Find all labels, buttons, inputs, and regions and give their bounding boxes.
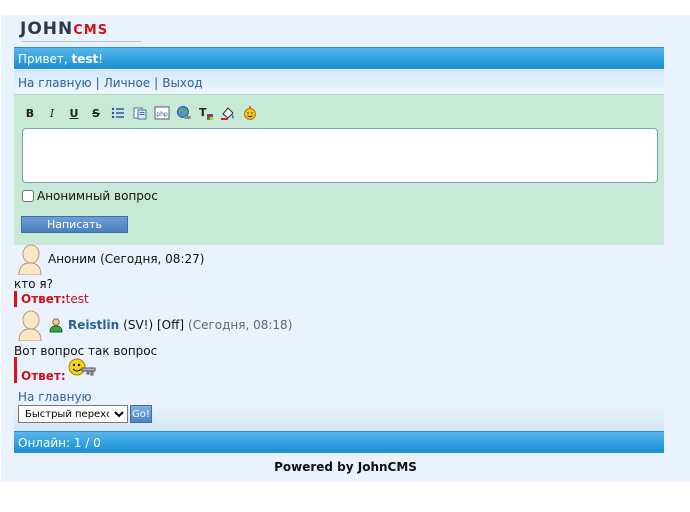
post-meta: (Сегодня, 08:27): [100, 252, 205, 266]
logo-cms-text: CMS: [73, 23, 109, 38]
italic-button[interactable]: I: [44, 105, 60, 121]
greeting-username: test: [71, 52, 99, 66]
quote-icon[interactable]: [132, 105, 148, 121]
list-icon[interactable]: [110, 105, 126, 121]
logo-underline: [22, 41, 142, 42]
nav-separator: |: [154, 76, 159, 90]
anonymous-option[interactable]: Анонимный вопрос: [22, 189, 158, 203]
site-logo[interactable]: JOHNCMS: [20, 19, 142, 42]
submit-button[interactable]: Написать: [21, 216, 128, 233]
post-author-link[interactable]: Reistlin: [68, 318, 119, 332]
quick-jump: Быстрый переход Go!: [18, 405, 152, 423]
nav-separator: |: [95, 76, 100, 90]
post-header: Reistlin (SV!) [Off] (Сегодня, 08:18): [16, 309, 292, 341]
bbcode-toolbar: B I U S php T: [22, 105, 258, 121]
smiley-icon[interactable]: [242, 105, 258, 121]
logo-john-text: JOHN: [20, 19, 74, 39]
page: JOHNCMS Привет, test! На главную | Личное |…: [1, 15, 690, 482]
nav-personal-link[interactable]: Личное: [104, 76, 150, 90]
greeting-bar: Привет, test!: [14, 47, 664, 69]
greeting-prefix: Привет,: [18, 52, 72, 66]
quick-jump-select[interactable]: Быстрый переход: [18, 405, 128, 423]
nav-home-link[interactable]: На главную: [18, 76, 92, 90]
answer-label: Ответ:: [21, 369, 66, 383]
post-user-status: (SV!) [Off]: [123, 318, 185, 332]
svg-text:php: php: [156, 111, 168, 118]
answer-label: Ответ:: [21, 292, 66, 306]
background-color-icon[interactable]: [220, 105, 236, 121]
post-answer: Ответ:: [14, 357, 99, 383]
text-color-icon[interactable]: T: [198, 105, 214, 121]
avatar-icon: [16, 309, 44, 341]
question-form: B I U S php T Анонимный вопрос Написать: [14, 94, 664, 245]
avatar-icon: [16, 243, 44, 275]
post-answer: Ответ:test: [14, 291, 89, 307]
footer-home-link[interactable]: На главную: [18, 390, 92, 404]
answer-text: test: [65, 292, 89, 306]
strike-button[interactable]: S: [88, 105, 104, 121]
php-code-icon[interactable]: php: [154, 105, 170, 121]
svg-text:T: T: [199, 106, 207, 119]
go-button[interactable]: Go!: [130, 405, 152, 423]
anonymous-checkbox[interactable]: [22, 190, 34, 202]
anonymous-label: Анонимный вопрос: [37, 189, 158, 203]
online-bar: Онлайн: 1 / 0: [14, 431, 664, 453]
greeting-suffix: !: [98, 52, 104, 66]
bold-button[interactable]: B: [22, 105, 38, 121]
globe-link-icon[interactable]: [176, 105, 192, 121]
post-meta: (Сегодня, 08:18): [188, 318, 293, 332]
message-input[interactable]: [22, 128, 658, 183]
post-text: кто я?: [14, 277, 53, 291]
post-author: Аноним: [48, 252, 97, 266]
user-online-icon: [48, 317, 64, 333]
top-nav: На главную | Личное | Выход: [14, 70, 664, 94]
smiley-key-icon: [67, 356, 99, 383]
underline-button[interactable]: U: [66, 105, 82, 121]
nav-logout-link[interactable]: Выход: [162, 76, 202, 90]
post-header: Аноним (Сегодня, 08:27): [16, 243, 204, 275]
powered-by: Powered by JohnCMS: [274, 460, 417, 474]
